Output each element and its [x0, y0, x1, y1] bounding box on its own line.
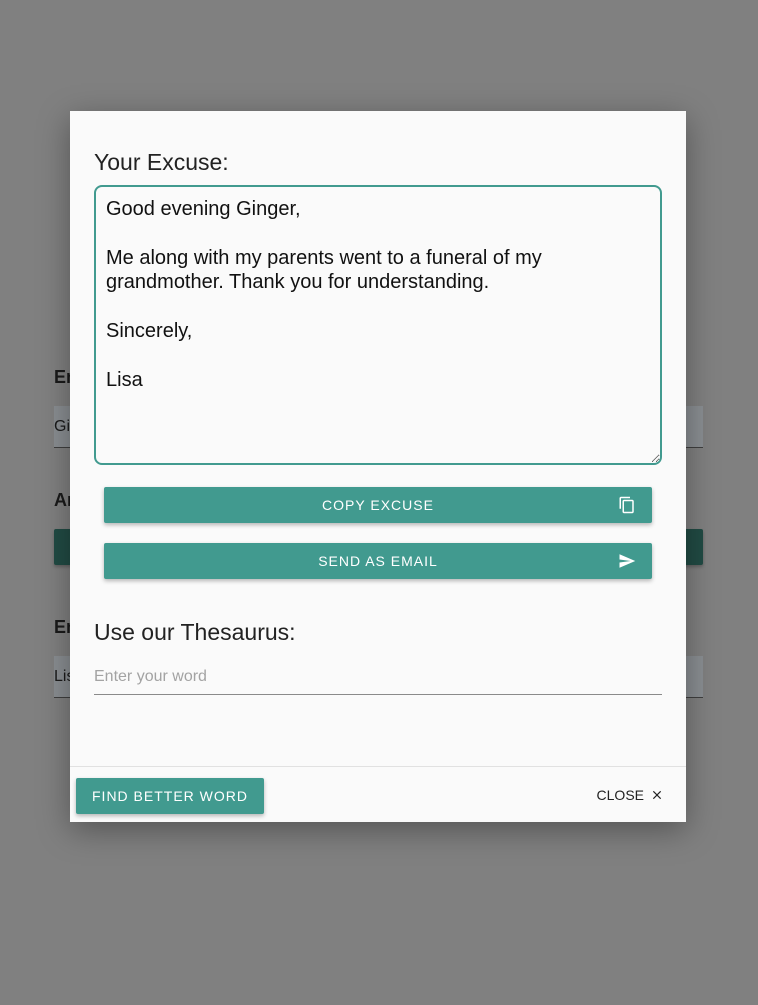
- thesaurus-title: Use our Thesaurus:: [94, 619, 296, 645]
- close-icon: [652, 790, 662, 800]
- thesaurus-word-input[interactable]: [94, 660, 662, 695]
- close-label: CLOSE: [596, 787, 644, 803]
- send-as-email-label: SEND AS EMAIL: [318, 553, 438, 569]
- excuse-textarea[interactable]: Good evening Ginger, Me along with my pa…: [94, 185, 662, 465]
- find-better-word-button[interactable]: FIND BETTER WORD: [76, 778, 264, 814]
- close-button[interactable]: CLOSE: [597, 787, 664, 803]
- copy-excuse-button[interactable]: COPY EXCUSE: [104, 487, 652, 523]
- send-as-email-button[interactable]: SEND AS EMAIL: [104, 543, 652, 579]
- modal-footer: FIND BETTER WORD CLOSE: [70, 766, 686, 823]
- copy-excuse-label: COPY EXCUSE: [322, 497, 434, 513]
- modal-title: Your Excuse:: [94, 149, 229, 175]
- excuse-modal: Your Excuse: Good evening Ginger, Me alo…: [70, 111, 686, 822]
- bg-field-1-value: Gi: [54, 418, 70, 435]
- copy-icon: [619, 496, 634, 514]
- send-icon: [619, 554, 636, 568]
